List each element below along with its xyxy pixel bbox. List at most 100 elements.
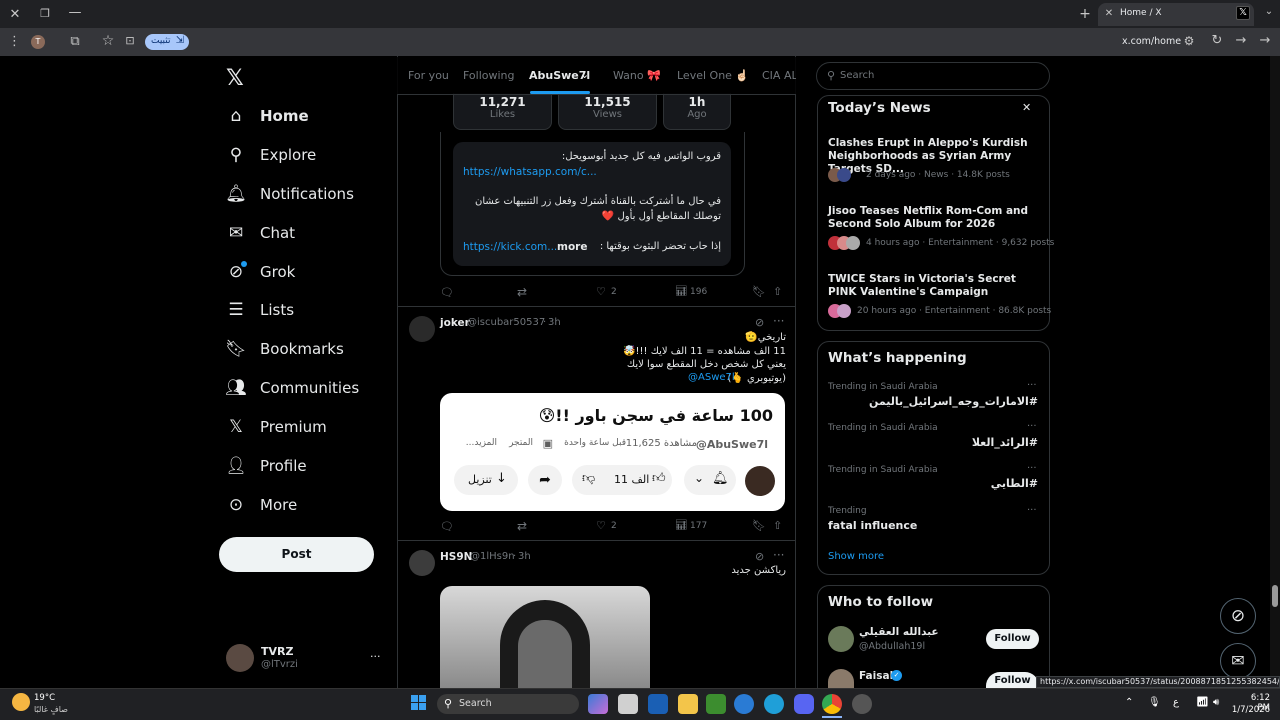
tab-dropdown-icon[interactable]: ⌄: [1262, 7, 1276, 17]
follow-avatar[interactable]: [828, 669, 854, 688]
post2-image-card[interactable]: 100 ساعة في سجن باور !!😰 @AbuSwe7l 11,62…: [440, 393, 785, 511]
app-icon[interactable]: [734, 694, 754, 714]
follow-name[interactable]: Faisal: [859, 670, 893, 682]
follow-name[interactable]: عبدالله العقيلي: [859, 626, 939, 638]
volume-icon[interactable]: 🔊︎: [1213, 697, 1219, 708]
language-indicator[interactable]: ع: [1173, 697, 1179, 708]
sidebar-item-chat[interactable]: ✉ Chat: [226, 216, 295, 250]
edge-icon[interactable]: [764, 694, 784, 714]
post1-text-card[interactable]: قروب الواتس فيه كل جديد أبوسويحل: https:…: [453, 142, 731, 266]
extensions-icon[interactable]: ⧉: [68, 35, 82, 48]
sidebar-item-profile[interactable]: 👤︎ Profile: [225, 449, 306, 483]
post2-mention[interactable]: @ASwe7l: [688, 372, 735, 383]
clock-date[interactable]: 1/7/2026: [1228, 705, 1270, 715]
new-tab-icon[interactable]: +: [1078, 7, 1092, 21]
post3-handle[interactable]: @1lHs9n: [470, 551, 515, 562]
post3-avatar[interactable]: [409, 550, 435, 576]
post3-time[interactable]: 3h: [518, 551, 531, 562]
like-icon[interactable]: ♡: [596, 285, 606, 298]
sidebar-item-explore[interactable]: ⚲ Explore: [226, 138, 317, 172]
post2-handle[interactable]: @iscubar50537: [467, 317, 545, 328]
sidebar-item-grok[interactable]: ⊘ Grok: [226, 255, 295, 289]
close-icon[interactable]: ✕: [1022, 101, 1031, 114]
sidebar-item-premium[interactable]: 𝕏 Premium: [226, 410, 327, 444]
reload-icon[interactable]: ↻: [1210, 34, 1224, 47]
post-more-icon[interactable]: ···: [773, 548, 784, 562]
share-icon[interactable]: ⇧: [773, 285, 782, 298]
grok-post-icon[interactable]: ⊘: [755, 316, 764, 329]
weather-icon[interactable]: [12, 693, 30, 711]
trend-title[interactable]: #الطايي: [830, 477, 1038, 490]
account-more-icon[interactable]: ···: [370, 650, 381, 663]
post2-time[interactable]: 3h: [548, 317, 561, 328]
sidebar-item-notifications[interactable]: 🔔︎ Notifications: [225, 177, 354, 211]
news-item[interactable]: TWICE Stars in Victoria's Secret PINK Va…: [828, 273, 1042, 299]
like-icon[interactable]: ♡: [596, 519, 606, 532]
tab-close-icon[interactable]: ✕: [1103, 9, 1115, 19]
search-input[interactable]: ⚲ Search: [816, 62, 1050, 90]
views-icon[interactable]: 📊︎: [675, 286, 688, 297]
trend-more-icon[interactable]: ···: [1027, 380, 1037, 391]
post-more-icon[interactable]: ···: [773, 314, 784, 328]
sidebar-item-home[interactable]: ⌂ Home: [226, 99, 309, 133]
taskbar-search[interactable]: ⚲ Search: [437, 694, 579, 714]
forward-icon[interactable]: →: [1234, 34, 1248, 47]
tab-for-you[interactable]: For you: [408, 69, 449, 82]
minecraft-icon[interactable]: [706, 694, 726, 714]
site-settings-icon[interactable]: ⚙: [1182, 35, 1196, 47]
profile-avatar-icon[interactable]: T: [31, 35, 45, 49]
defender-icon[interactable]: [648, 694, 668, 714]
wifi-icon[interactable]: 📶︎: [1196, 697, 1209, 708]
trend-title[interactable]: #الامارات_وجه_اسرائيل_باليمن: [830, 395, 1038, 408]
follow-avatar[interactable]: [828, 626, 854, 652]
install-button[interactable]: تثبيت ⇲: [145, 34, 189, 50]
post1-more-link[interactable]: more: [557, 241, 587, 253]
restore-window-icon[interactable]: ❐: [38, 8, 52, 19]
trend-more-icon[interactable]: ···: [1027, 421, 1037, 432]
app-install-icon[interactable]: ⊡: [123, 35, 137, 46]
tray-chevron-icon[interactable]: ⌃: [1125, 697, 1133, 708]
follow-button[interactable]: Follow: [986, 629, 1039, 649]
tab-level-one[interactable]: Level One ☝🏻: [677, 69, 749, 82]
sidebar-item-more[interactable]: ⊙ More: [226, 488, 297, 522]
url-text[interactable]: x.com/home: [1122, 36, 1181, 47]
repost-icon[interactable]: ⇄: [517, 285, 527, 299]
post2-author-name[interactable]: joker: [440, 317, 470, 329]
grok-float-icon[interactable]: ⊘: [1220, 598, 1256, 634]
microphone-icon[interactable]: 🎙︎: [1148, 697, 1161, 708]
sidebar-item-bookmarks[interactable]: 🔖︎ Bookmarks: [225, 332, 344, 366]
trend-more-icon[interactable]: ···: [1027, 505, 1037, 516]
show-more-link[interactable]: Show more: [828, 551, 884, 562]
post2-avatar[interactable]: [409, 316, 435, 342]
share-icon[interactable]: ⇧: [773, 519, 782, 532]
bookmark-icon[interactable]: 🔖︎: [752, 519, 766, 532]
post-button[interactable]: Post: [219, 537, 374, 572]
x-logo-icon[interactable]: 𝕏: [226, 66, 244, 91]
tab-following[interactable]: Following: [463, 69, 515, 82]
reply-icon[interactable]: 🗨︎: [440, 286, 454, 299]
windows-start-icon[interactable]: [411, 695, 427, 711]
repost-icon[interactable]: ⇄: [517, 519, 527, 533]
store-app-icon[interactable]: [618, 694, 638, 714]
bookmark-icon[interactable]: 🔖︎: [752, 285, 766, 298]
post1-link-kick[interactable]: https://kick.com...: [463, 241, 557, 253]
account-avatar[interactable]: [226, 644, 254, 672]
copilot-icon[interactable]: [588, 694, 608, 714]
chrome-icon[interactable]: [822, 694, 842, 714]
app-icon[interactable]: [852, 694, 872, 714]
scrollbar-thumb[interactable]: [1272, 585, 1278, 607]
trend-title[interactable]: fatal influence: [828, 519, 917, 532]
grok-post-icon[interactable]: ⊘: [755, 550, 764, 563]
reply-icon[interactable]: 🗨︎: [440, 520, 454, 533]
back-icon[interactable]: →: [1258, 34, 1272, 47]
news-item[interactable]: Jisoo Teases Netflix Rom-Com and Second …: [828, 205, 1042, 231]
sidebar-item-communities[interactable]: 👥︎ Communities: [225, 371, 359, 405]
bookmark-star-icon[interactable]: ☆: [101, 34, 115, 48]
close-window-icon[interactable]: ✕: [8, 8, 22, 21]
trend-more-icon[interactable]: ···: [1027, 463, 1037, 474]
post3-author-name[interactable]: HS9N: [440, 551, 472, 563]
tab-cia-ali[interactable]: CIA ALI: [762, 69, 796, 82]
views-icon[interactable]: 📊︎: [675, 520, 688, 531]
discord-icon[interactable]: [794, 694, 814, 714]
tab-wano[interactable]: Wano 🎀: [613, 69, 661, 82]
